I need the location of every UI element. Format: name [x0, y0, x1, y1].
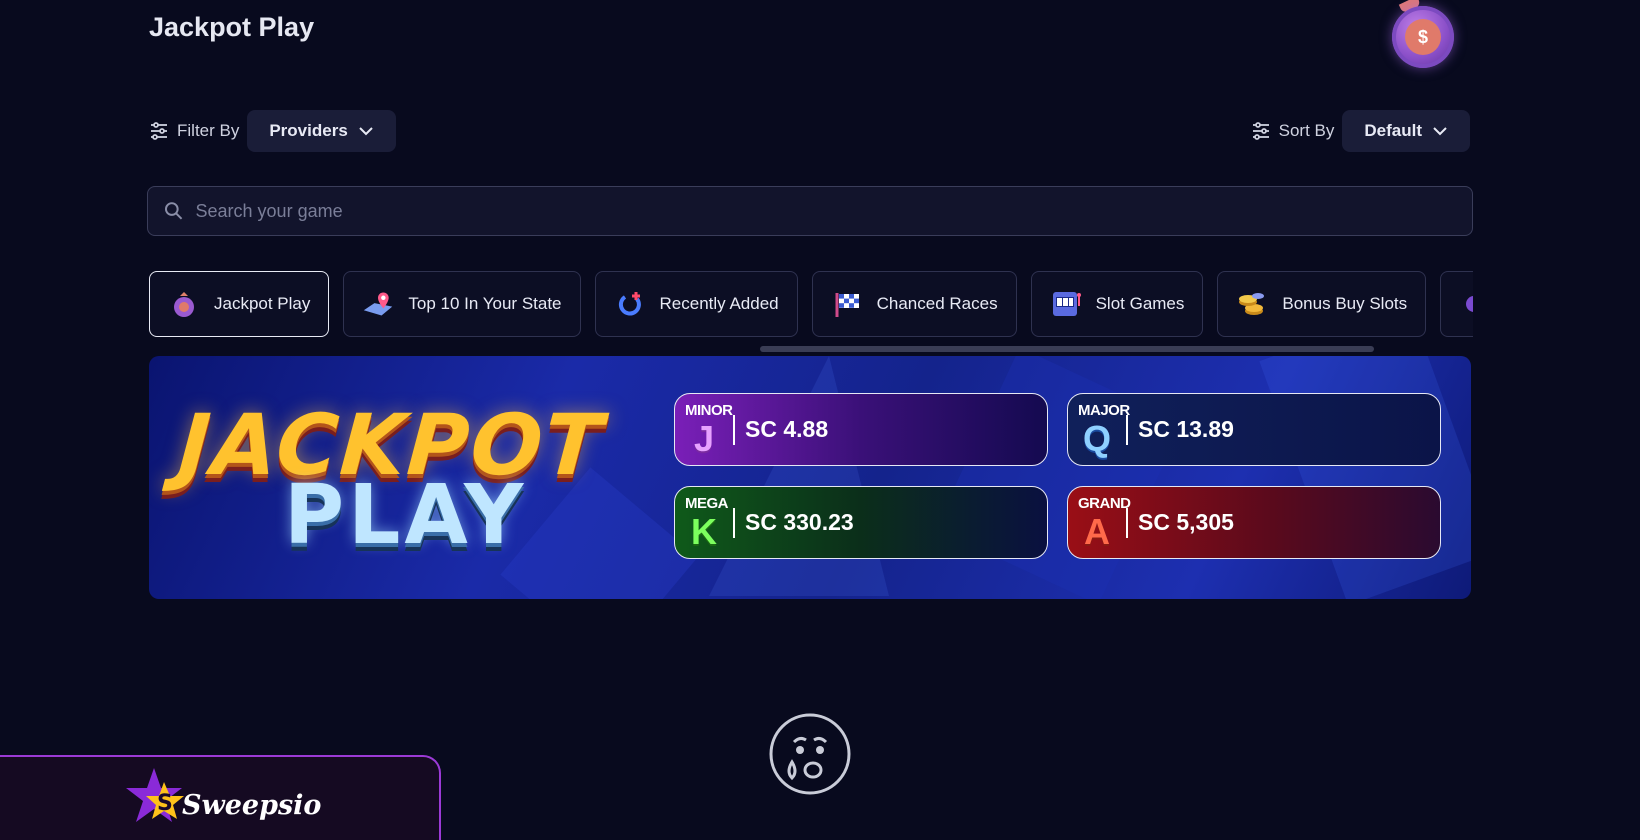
jackpot-letter: Q — [1082, 417, 1111, 459]
tab-label: Recently Added — [659, 294, 779, 313]
category-icon — [1459, 288, 1473, 320]
jackpot-amount: SC 4.88 — [745, 416, 829, 442]
sort-label: Sort By — [1278, 121, 1335, 140]
money-bag-icon — [168, 288, 200, 320]
jackpot-letter: K — [691, 510, 717, 552]
tab-recently-added[interactable]: Recently Added — [594, 271, 798, 337]
divider — [1126, 507, 1128, 538]
divider — [733, 507, 735, 538]
jackpot-amount: SC 5,305 — [1138, 509, 1234, 535]
tab-bonus-buy-slots[interactable]: Bonus Buy Slots — [1217, 271, 1427, 337]
refresh-add-icon — [614, 288, 646, 320]
tab-label: Bonus Buy Slots — [1282, 294, 1408, 313]
brand-logo: S — [126, 768, 184, 822]
jackpot-tier-label: GRAND — [1078, 495, 1131, 512]
chevron-down-icon — [1433, 127, 1447, 136]
tab-partial-next[interactable] — [1440, 271, 1473, 337]
jackpot-letter: J — [693, 417, 715, 459]
search-bar — [147, 186, 1473, 236]
category-tabs: Jackpot Play Top 10 In Your State Recent… — [149, 271, 1473, 339]
money-bag-icon[interactable]: $ — [1392, 6, 1454, 68]
slot-machine-icon — [1050, 288, 1082, 320]
jackpot-grand: GRAND A SC 5,305 — [1067, 486, 1441, 559]
jackpot-major: MAJOR Q SC 13.89 — [1067, 393, 1441, 466]
search-icon — [164, 202, 183, 220]
tab-slot-games[interactable]: Slot Games — [1030, 271, 1204, 337]
page-title: Jackpot Play — [149, 12, 315, 42]
brand-name: Sweepsio — [182, 790, 322, 821]
chevron-down-icon — [359, 127, 373, 136]
providers-dropdown-value: Providers — [269, 121, 348, 140]
divider — [733, 414, 735, 445]
sort-row: Sort By Default — [1251, 110, 1470, 152]
tab-label: Slot Games — [1095, 294, 1185, 313]
filter-label: Filter By — [177, 121, 240, 140]
sort-sliders-icon — [1252, 122, 1269, 140]
jackpot-mega: MEGA K SC 330.23 — [674, 486, 1048, 559]
tab-label: Chanced Races — [876, 294, 998, 313]
coins-icon — [1236, 288, 1268, 320]
jackpot-banner: JACKPOT PLAY MINOR J SC 4.88 MAJOR Q SC … — [149, 356, 1471, 599]
jackpot-amount: SC 330.23 — [745, 509, 854, 535]
divider — [1126, 414, 1128, 445]
jackpot-tier-label: MINOR — [685, 402, 733, 419]
jackpot-letter: A — [1084, 510, 1110, 552]
filter-row: Filter By Providers — [149, 110, 396, 152]
search-input[interactable] — [195, 200, 1472, 222]
jackpot-tier-label: MAJOR — [1078, 402, 1130, 419]
brand-star-mark: S — [157, 791, 173, 816]
tab-jackpot-play[interactable]: Jackpot Play — [149, 271, 330, 337]
map-pin-icon — [362, 288, 394, 320]
tab-chanced-races[interactable]: Chanced Races — [811, 271, 1017, 337]
tab-label: Jackpot Play — [214, 294, 311, 313]
tab-top-10-in-your-state[interactable]: Top 10 In Your State — [343, 271, 581, 337]
sort-dropdown[interactable]: Default — [1342, 110, 1470, 152]
jackpot-amount: SC 13.89 — [1138, 416, 1234, 442]
checkered-flag-icon — [831, 288, 863, 320]
sort-dropdown-value: Default — [1364, 121, 1422, 140]
providers-dropdown[interactable]: Providers — [247, 110, 396, 152]
filter-sliders-icon — [151, 122, 167, 140]
tab-label: Top 10 In Your State — [408, 294, 562, 313]
category-scrollbar[interactable] — [760, 346, 1374, 352]
jackpot-logo-line2: PLAY — [284, 468, 528, 563]
jackpot-minor: MINOR J SC 4.88 — [674, 393, 1048, 466]
sad-face-icon — [769, 713, 851, 795]
jackpot-tier-label: MEGA — [685, 495, 729, 512]
